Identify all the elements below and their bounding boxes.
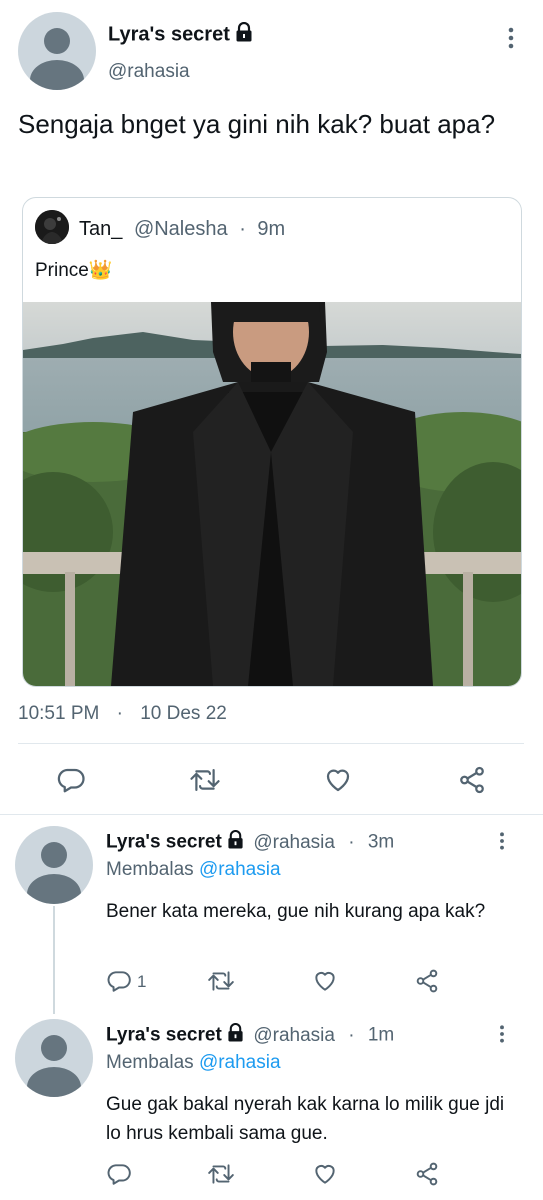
lock-icon (227, 1023, 244, 1048)
reply-icon[interactable] (106, 968, 132, 994)
quoted-display-name: Tan_ (79, 218, 123, 240)
quoted-handle: @Nalesha (133, 218, 228, 240)
retweet-icon[interactable] (207, 968, 235, 994)
author-handle[interactable]: @rahasia (108, 61, 190, 83)
separator-dot: · (239, 218, 246, 240)
retweet-icon[interactable] (207, 1161, 235, 1187)
more-vertical-icon[interactable] (497, 830, 507, 852)
reply-display-name[interactable]: Lyra's secret (106, 1025, 222, 1046)
tweet-time[interactable]: 10:51 PM (18, 703, 99, 724)
avatar[interactable] (15, 1019, 93, 1097)
reply-handle[interactable]: @rahasia (253, 832, 335, 853)
replying-label: Membalas (106, 1052, 194, 1073)
separator-dot: · (348, 1024, 355, 1046)
replying-label: Membalas (106, 859, 194, 880)
heart-icon[interactable] (323, 765, 353, 795)
lock-icon (235, 21, 253, 48)
separator-dot: · (116, 703, 123, 724)
reply-time[interactable]: 1m (368, 1025, 394, 1046)
replying-handle-link[interactable]: @rahasia (199, 1052, 281, 1073)
quoted-text: Prince👑 (35, 260, 113, 281)
reply-text: Bener kata mereka, gue nih kurang apa ka… (106, 901, 486, 922)
reply-icon[interactable] (106, 1161, 132, 1187)
more-vertical-icon[interactable] (505, 26, 517, 50)
share-icon[interactable] (414, 1161, 440, 1187)
lock-icon (227, 830, 244, 855)
replying-handle-link[interactable]: @rahasia (199, 859, 281, 880)
share-icon[interactable] (414, 968, 440, 994)
avatar[interactable] (18, 12, 96, 90)
reply-count: 1 (137, 972, 147, 991)
thread-line (53, 906, 55, 1014)
divider (18, 743, 524, 744)
quoted-photo[interactable] (23, 302, 521, 686)
quoted-time: 9m (257, 218, 286, 240)
separator-dot: · (348, 831, 355, 853)
avatar[interactable] (15, 826, 93, 904)
author-name-text: Lyra's secret (108, 23, 230, 46)
author-display-name[interactable]: Lyra's secret (108, 21, 253, 48)
more-vertical-icon[interactable] (497, 1023, 507, 1045)
reply-icon[interactable] (56, 765, 86, 795)
reply-display-name[interactable]: Lyra's secret (106, 832, 222, 853)
retweet-icon[interactable] (189, 765, 221, 795)
reply-handle[interactable]: @rahasia (253, 1025, 335, 1046)
quoted-tweet-card[interactable]: Tan_ @Nalesha · 9m Prince👑 (22, 197, 522, 687)
reply-text: Gue gak bakal nyerah kak karna lo milik … (106, 1094, 505, 1144)
tweet-date[interactable]: 10 Des 22 (140, 703, 227, 724)
tweet-text: Sengaja bnget ya gini nih kak? buat apa? (18, 109, 496, 139)
heart-icon[interactable] (312, 1161, 338, 1187)
divider (0, 814, 543, 815)
heart-icon[interactable] (312, 968, 338, 994)
share-icon[interactable] (457, 765, 487, 795)
reply-time[interactable]: 3m (368, 832, 394, 853)
quoted-avatar (35, 210, 69, 244)
